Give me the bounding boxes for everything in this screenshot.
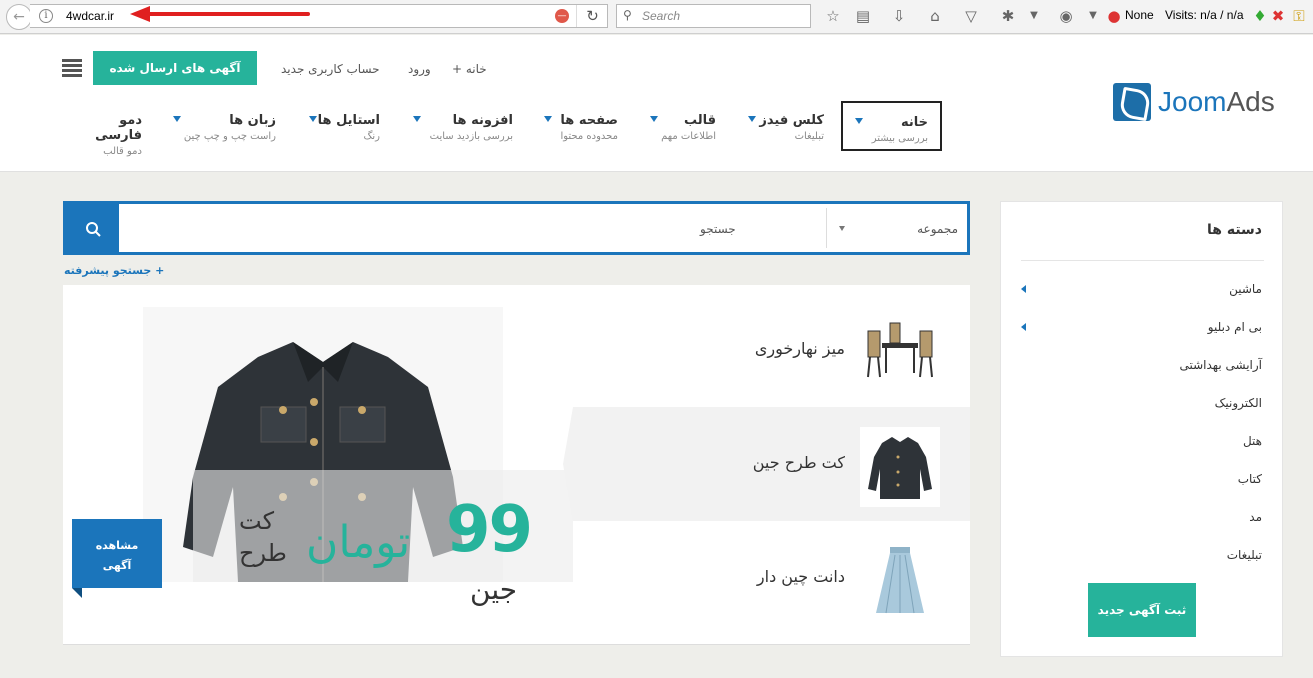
bookmark-star-icon[interactable]: ☆	[823, 6, 843, 26]
back-arrow-icon[interactable]: ←	[6, 4, 32, 30]
slide-title-line3: جین	[470, 573, 518, 606]
search-icon	[85, 221, 101, 237]
status-none-text: None	[1125, 8, 1154, 22]
reload-icon[interactable]: ↻	[576, 5, 608, 27]
home-icon[interactable]: ⌂	[925, 6, 945, 26]
addon-icon[interactable]: ♦	[1250, 6, 1270, 26]
chevron-down-icon	[839, 226, 845, 231]
view-ad-button[interactable]: مشاهده آگهی	[72, 519, 162, 598]
search-icon: ⚲	[623, 8, 632, 22]
slider-thumb-item-active[interactable]: کت طرح جین	[563, 407, 970, 521]
info-icon[interactable]: i	[39, 9, 53, 23]
globe-icon[interactable]: ◉	[1056, 6, 1076, 26]
browser-search-bar[interactable]: ⚲ Search	[616, 4, 811, 28]
browser-toolbar: ← i 4wdcar.ir — ↻ ⚲ Search ☆ ▤ ⇩ ⌂ ▽ ✱ ▼…	[0, 0, 1313, 34]
slide-price: 99	[446, 493, 533, 567]
menu-item-extensions[interactable]: افزونه ها بررسی بازدید سایت	[410, 101, 513, 151]
menu-item-languages[interactable]: زبان ها راست چپ و چپ چین	[172, 101, 276, 151]
thumb-label: میز نهارخوری	[754, 339, 845, 358]
sidebar-item-bmw[interactable]: بی ام دبلیو	[1208, 320, 1262, 334]
menu-item-pages[interactable]: صفحه ها محدوده محتوا	[542, 101, 618, 151]
menu-item-persian-demo[interactable]: دمو فارسی دمو قالب	[70, 101, 142, 157]
site-header: JoomAds خانه + ورود حساب کاربری جدید آگه…	[0, 35, 1313, 172]
category-select[interactable]: مجموعه	[826, 208, 966, 248]
extension-icon[interactable]: ✱	[998, 6, 1018, 26]
caret-left-icon[interactable]	[1021, 285, 1026, 293]
featured-slider: 99 تومان کت طرح جین مشاهده آگهی میز نهار…	[63, 285, 970, 645]
menu-hamburger-icon[interactable]	[62, 59, 82, 77]
pleated-skirt-icon	[860, 541, 940, 621]
advanced-search-link[interactable]: + جستجو پیشرفته	[64, 264, 164, 277]
top-link-home[interactable]: خانه +	[452, 62, 487, 76]
slider-thumb-item[interactable]: دانت چین دار	[573, 521, 970, 635]
divider	[1021, 260, 1264, 261]
sidebar-title: دسته ها	[1207, 222, 1262, 238]
category-select-label: مجموعه	[917, 222, 958, 236]
categories-sidebar: دسته ها ماشین بی ام دبلیو آرایشی بهداشتی…	[1000, 201, 1283, 657]
reading-list-icon[interactable]: ▤	[853, 6, 873, 26]
denim-jacket-icon	[860, 427, 940, 507]
sidebar-item-cars[interactable]: ماشین	[1229, 282, 1262, 296]
dining-table-icon	[860, 313, 940, 393]
browser-search-placeholder: Search	[642, 9, 681, 23]
search-button[interactable]	[66, 204, 119, 252]
sidebar-item-fashion[interactable]: مد	[1249, 510, 1262, 524]
stop-icon[interactable]: —	[555, 9, 569, 23]
top-link-login[interactable]: ورود	[408, 62, 431, 76]
chevron-down-icon[interactable]: ▼	[1083, 6, 1103, 26]
posted-ads-button[interactable]: آگهی های ارسال شده	[93, 51, 257, 85]
thumb-label: دانت چین دار	[756, 567, 845, 586]
menu-item-classifieds[interactable]: کلس فیدز تبلیغات	[746, 101, 824, 151]
address-bar[interactable]: i 4wdcar.ir — ↻	[30, 4, 608, 28]
sidebar-item-electronics[interactable]: الکترونیک	[1215, 396, 1262, 410]
menu-item-home[interactable]: خانه بررسی بیشتر	[841, 101, 942, 151]
download-icon[interactable]: ⇩	[889, 6, 909, 26]
sidebar-item-ads[interactable]: تبلیغات	[1227, 548, 1262, 562]
new-ad-button[interactable]: ثبت آگهی جدید	[1088, 583, 1196, 637]
logo-text: JoomAds	[1158, 86, 1275, 117]
main-search-bar: جستجو مجموعه	[63, 201, 970, 255]
pocket-icon[interactable]: ▽	[961, 6, 981, 26]
menu-item-template[interactable]: قالب اطلاعات مهم	[650, 101, 716, 151]
chevron-down-icon[interactable]: ▼	[1024, 6, 1044, 26]
sidebar-item-books[interactable]: کتاب	[1238, 472, 1262, 486]
logo-icon	[1113, 83, 1151, 121]
search-input[interactable]: جستجو	[700, 222, 736, 236]
site-logo[interactable]: JoomAds	[1113, 83, 1275, 121]
visits-text: Visits: n/a / n/a	[1165, 8, 1244, 22]
top-link-new-account[interactable]: حساب کاربری جدید	[281, 62, 380, 76]
thumb-label: کت طرح جین	[752, 453, 845, 472]
close-icon[interactable]: ✖	[1268, 6, 1288, 26]
url-text[interactable]: 4wdcar.ir	[66, 9, 114, 23]
sidebar-item-hotel[interactable]: هتل	[1243, 434, 1262, 448]
caret-left-icon[interactable]	[1021, 323, 1026, 331]
slide-title-line2: طرح	[239, 539, 287, 567]
slide-title-line1: کت	[239, 507, 274, 535]
status-dot-icon: ●	[1107, 7, 1121, 25]
slide-price-unit: تومان	[306, 517, 411, 568]
sidebar-item-cosmetics[interactable]: آرایشی بهداشتی	[1179, 358, 1262, 372]
slider-thumb-item[interactable]: میز نهارخوری	[573, 293, 970, 407]
key-icon[interactable]: ⚿	[1289, 6, 1309, 26]
menu-item-styles[interactable]: استایل ها رنگ	[307, 101, 380, 151]
red-arrow-annotation	[130, 6, 310, 22]
